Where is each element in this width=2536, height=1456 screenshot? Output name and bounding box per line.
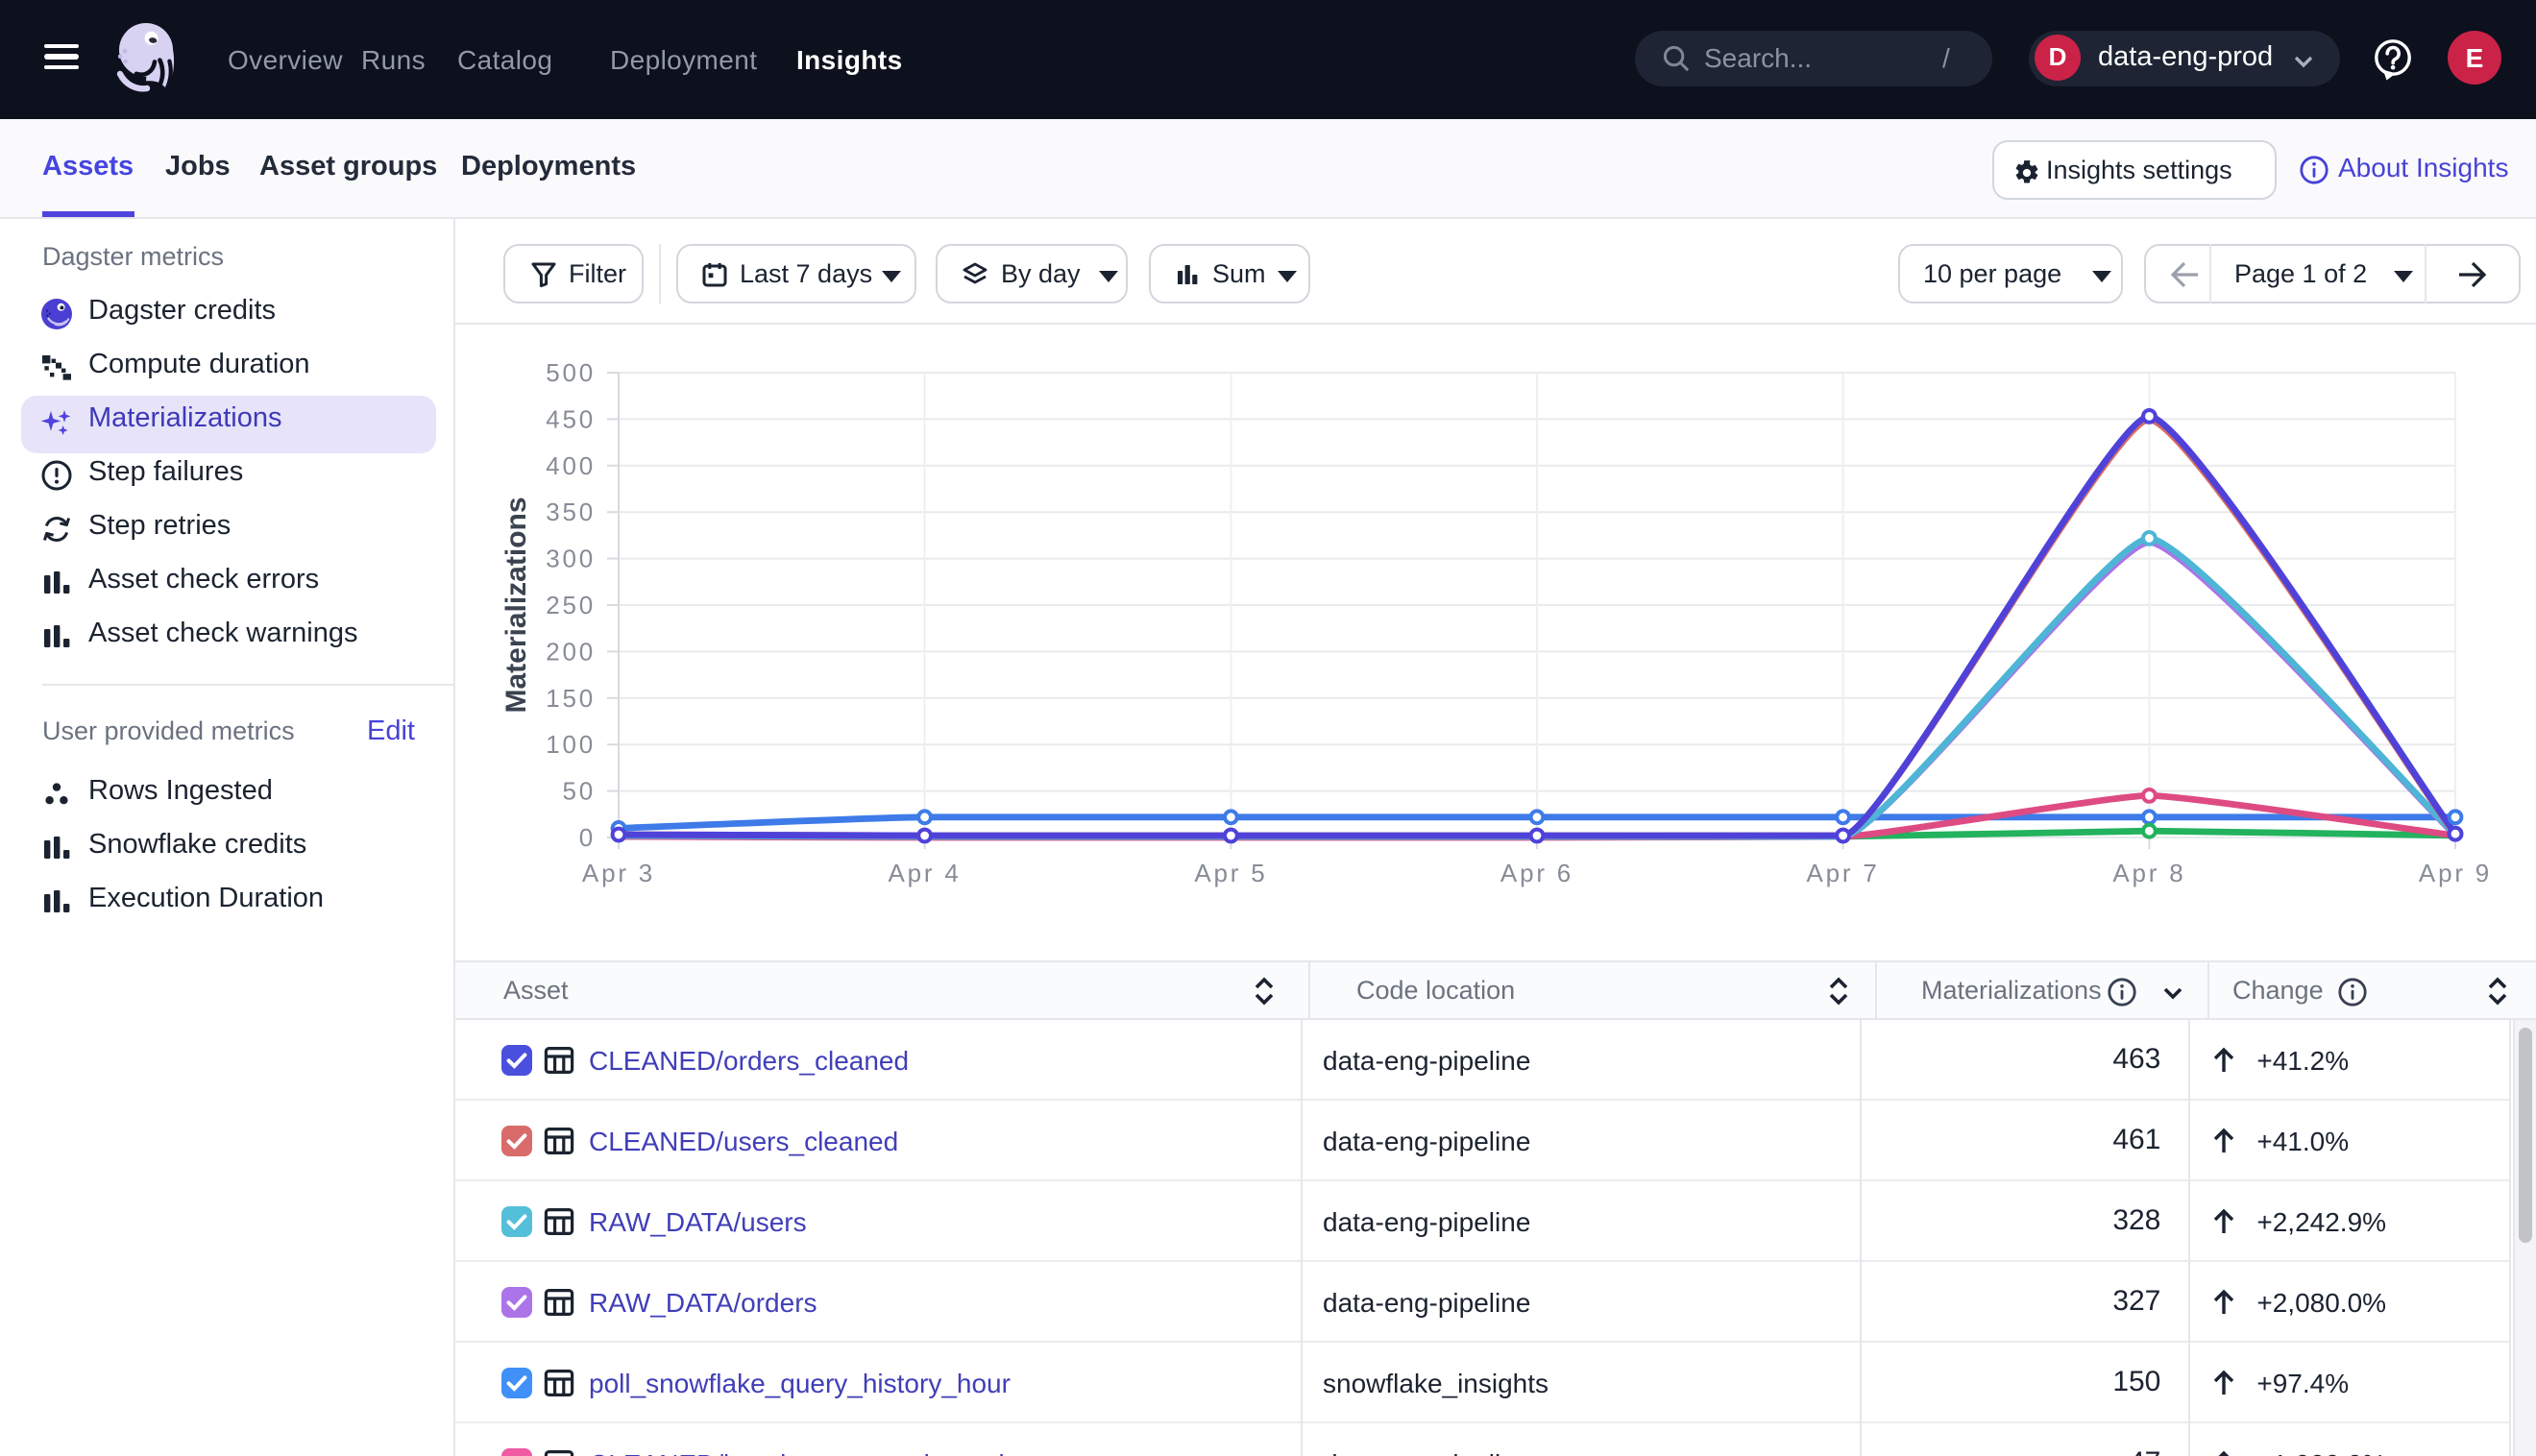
svg-text:Apr 6: Apr 6 <box>1500 859 1573 887</box>
svg-text:300: 300 <box>546 545 596 573</box>
svg-text:200: 200 <box>546 637 596 666</box>
svg-text:Apr 8: Apr 8 <box>2112 859 2185 887</box>
svg-text:350: 350 <box>546 497 596 526</box>
svg-text:0: 0 <box>579 823 596 852</box>
svg-text:50: 50 <box>562 777 596 806</box>
svg-text:Apr 3: Apr 3 <box>582 859 655 887</box>
svg-text:Apr 7: Apr 7 <box>1807 859 1880 887</box>
svg-text:Apr 5: Apr 5 <box>1194 859 1267 887</box>
svg-text:400: 400 <box>546 451 596 480</box>
svg-text:100: 100 <box>546 730 596 759</box>
svg-text:250: 250 <box>546 591 596 619</box>
svg-text:Apr 4: Apr 4 <box>889 859 962 887</box>
svg-text:Apr 9: Apr 9 <box>2419 859 2492 887</box>
svg-text:500: 500 <box>546 358 596 387</box>
svg-text:150: 150 <box>546 684 596 713</box>
svg-text:450: 450 <box>546 404 596 433</box>
svg-text:Materializations: Materializations <box>500 497 532 713</box>
